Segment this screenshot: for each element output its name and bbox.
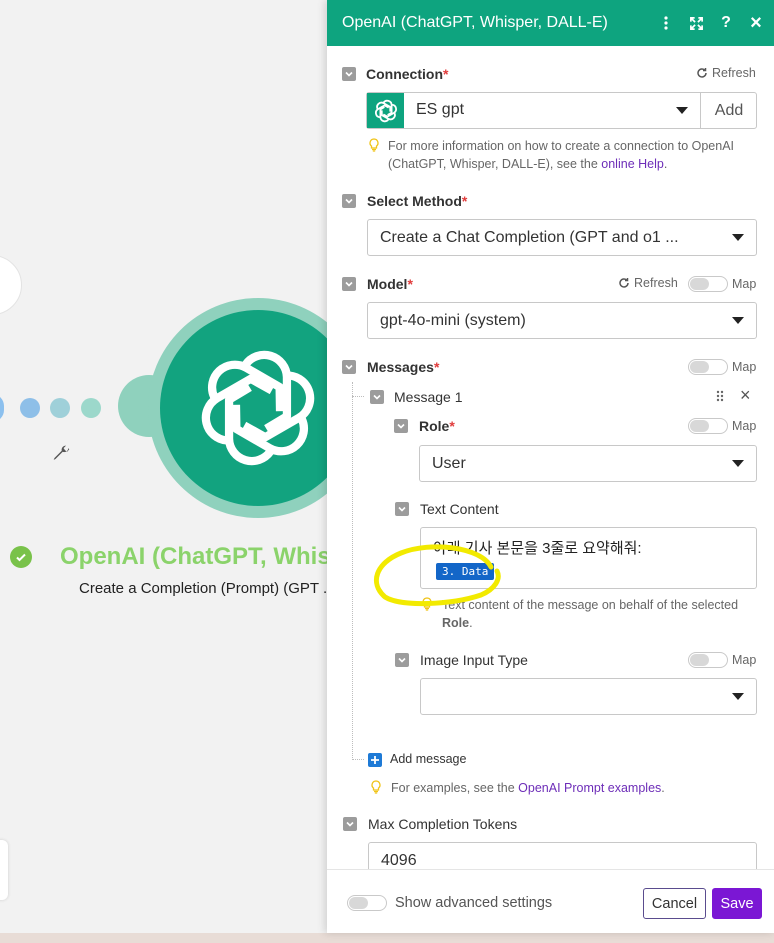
more-vertical-icon[interactable] bbox=[658, 15, 674, 31]
messages-map-label: Map bbox=[732, 360, 757, 374]
message-1-label: Message 1 bbox=[394, 389, 463, 405]
model-label: Model* bbox=[367, 276, 413, 292]
success-check-icon bbox=[10, 546, 32, 568]
connection-value: ES gpt bbox=[416, 101, 465, 118]
tree-line bbox=[352, 396, 364, 397]
canvas-card[interactable] bbox=[0, 840, 8, 900]
role-value: User bbox=[432, 454, 466, 472]
connection-refresh-button[interactable]: Refresh bbox=[696, 66, 756, 80]
lightbulb-icon bbox=[371, 780, 381, 794]
openai-logo-icon bbox=[367, 93, 404, 128]
connection-label: Connection* bbox=[366, 66, 449, 82]
model-map-toggle[interactable] bbox=[688, 276, 728, 292]
tree-line bbox=[352, 759, 364, 760]
advanced-settings-label: Show advanced settings bbox=[395, 895, 553, 911]
collapse-message-1-toggle[interactable] bbox=[370, 390, 384, 404]
chevron-down-icon bbox=[676, 107, 688, 114]
module-title: OpenAI (ChatGPT, Whisp bbox=[60, 543, 346, 570]
model-refresh-button[interactable]: Refresh bbox=[618, 276, 678, 290]
panel-title: OpenAI (ChatGPT, Whisper, DALL-E) bbox=[342, 14, 608, 31]
online-help-link[interactable]: online Help bbox=[601, 157, 664, 171]
model-map-label: Map bbox=[732, 277, 757, 291]
remove-message-icon[interactable]: × bbox=[740, 385, 751, 406]
collapse-text-content-toggle[interactable] bbox=[395, 502, 409, 516]
model-select[interactable]: gpt-4o-mini (system) bbox=[367, 302, 757, 339]
add-icon[interactable] bbox=[368, 753, 382, 767]
panel-footer: Show advanced settings Cancel Save bbox=[327, 869, 774, 933]
module-subtitle: Create a Completion (Prompt) (GPT . bbox=[79, 580, 328, 597]
tree-line bbox=[352, 382, 353, 760]
collapse-method-toggle[interactable] bbox=[342, 194, 356, 208]
image-input-map-toggle[interactable] bbox=[688, 652, 728, 668]
previous-module-node[interactable] bbox=[0, 255, 22, 315]
chevron-down-icon bbox=[732, 693, 744, 700]
messages-label: Messages* bbox=[367, 359, 440, 375]
refresh-icon bbox=[619, 278, 629, 288]
taskbar-strip bbox=[0, 933, 774, 943]
openai-logo-icon bbox=[201, 350, 315, 466]
connector-dot bbox=[50, 398, 70, 418]
image-input-map-label: Map bbox=[732, 653, 757, 667]
connection-hint: For more information on how to create a … bbox=[388, 139, 735, 171]
max-completion-tokens-input[interactable]: 4096 bbox=[368, 842, 757, 869]
max-completion-tokens-value: 4096 bbox=[381, 851, 417, 869]
close-icon[interactable]: × bbox=[748, 12, 764, 34]
max-completion-tokens-label: Max Completion Tokens bbox=[368, 816, 518, 832]
module-settings-panel: OpenAI (ChatGPT, Whisper, DALL-E) ? × Co… bbox=[327, 0, 774, 933]
select-method-label: Select Method* bbox=[367, 193, 468, 209]
role-select[interactable]: User bbox=[419, 445, 757, 482]
lightbulb-icon bbox=[369, 138, 379, 152]
image-input-type-select[interactable] bbox=[420, 678, 757, 715]
openai-prompt-examples-link[interactable]: OpenAI Prompt examples bbox=[518, 781, 661, 795]
drag-handle-icon[interactable] bbox=[716, 390, 724, 402]
messages-map-toggle[interactable] bbox=[688, 359, 728, 375]
connector-dot bbox=[20, 398, 40, 418]
help-icon[interactable]: ? bbox=[718, 14, 734, 31]
add-message-button[interactable]: Add message bbox=[390, 752, 466, 766]
model-value: gpt-4o-mini (system) bbox=[380, 311, 526, 329]
collapse-messages-toggle[interactable] bbox=[342, 360, 356, 374]
collapse-max-tokens-toggle[interactable] bbox=[343, 817, 357, 831]
wrench-icon[interactable] bbox=[50, 442, 72, 464]
collapse-model-toggle[interactable] bbox=[342, 277, 356, 291]
chevron-down-icon bbox=[732, 317, 744, 324]
connector-dot bbox=[81, 398, 101, 418]
collapse-image-input-toggle[interactable] bbox=[395, 653, 409, 667]
method-value: Create a Chat Completion (GPT and o1 ... bbox=[380, 228, 679, 246]
yellow-highlight-annotation bbox=[373, 544, 501, 607]
refresh-icon bbox=[697, 68, 707, 78]
save-button[interactable]: Save bbox=[712, 888, 762, 919]
add-connection-button[interactable]: Add bbox=[701, 93, 757, 128]
text-content-label: Text Content bbox=[420, 501, 499, 517]
advanced-settings-toggle[interactable] bbox=[347, 895, 387, 911]
role-map-toggle[interactable] bbox=[688, 418, 728, 434]
panel-header: OpenAI (ChatGPT, Whisper, DALL-E) ? × bbox=[327, 0, 774, 46]
collapse-role-toggle[interactable] bbox=[394, 419, 408, 433]
messages-examples-hint: For examples, see the OpenAI Prompt exam… bbox=[391, 781, 665, 795]
panel-body: Connection* Refresh ES gpt Add For more … bbox=[327, 46, 774, 869]
role-label: Role* bbox=[419, 418, 455, 434]
connection-select[interactable]: ES gpt Add bbox=[366, 92, 757, 129]
chevron-down-icon bbox=[732, 234, 744, 241]
chevron-down-icon bbox=[732, 460, 744, 467]
collapse-connection-toggle[interactable] bbox=[342, 67, 356, 81]
image-input-type-label: Image Input Type bbox=[420, 652, 528, 668]
expand-icon[interactable] bbox=[688, 15, 704, 31]
cancel-button[interactable]: Cancel bbox=[643, 888, 706, 919]
method-select[interactable]: Create a Chat Completion (GPT and o1 ... bbox=[367, 219, 757, 256]
connector-dot bbox=[0, 394, 4, 422]
role-map-label: Map bbox=[732, 419, 757, 433]
